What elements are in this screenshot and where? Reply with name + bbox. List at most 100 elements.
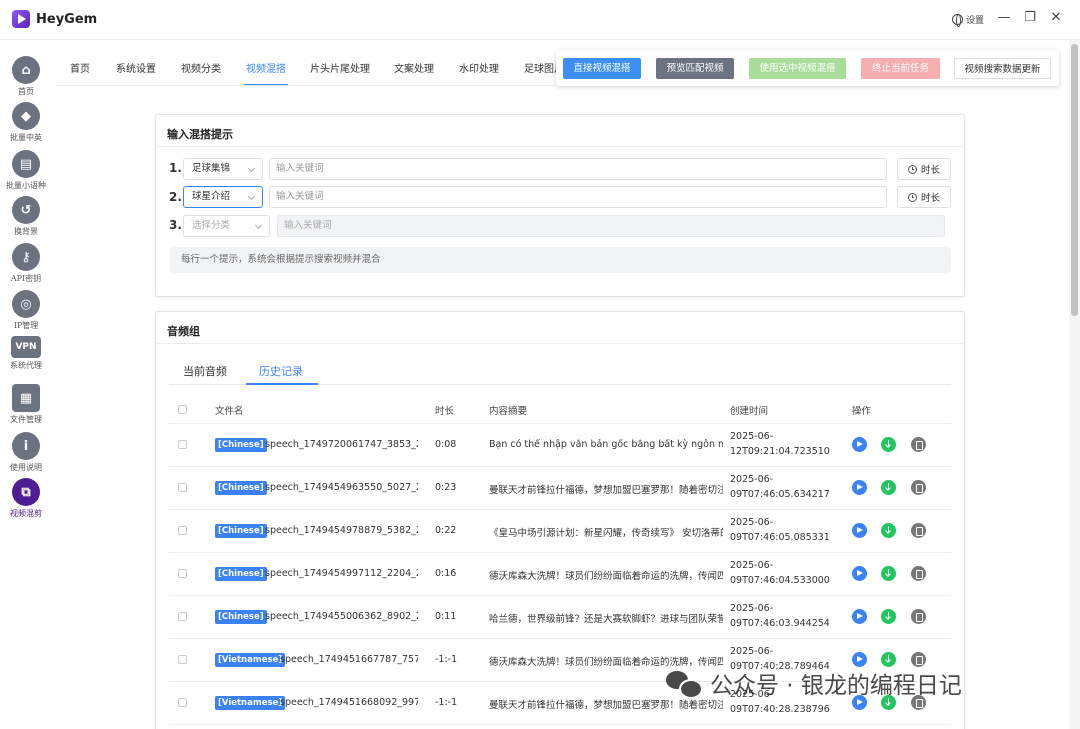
sidebar-item[interactable]: ▦ 文件管理 [0, 384, 52, 425]
delete-icon[interactable] [911, 523, 926, 538]
duration-label: 时长 [920, 193, 940, 204]
wechat-icon [666, 668, 703, 699]
prompt-number: 2. [169, 190, 182, 204]
category-select[interactable]: 选择分类 [183, 215, 270, 237]
row-checkbox[interactable] [178, 483, 187, 492]
tab-watermark[interactable]: 水印处理 [459, 60, 499, 75]
sidebar-item-label: IP管理 [13, 321, 39, 330]
play-icon[interactable] [852, 609, 867, 624]
sidebar-item-label: 换背景 [14, 227, 38, 236]
watermark-text: 公众号 · 银龙的编程日记 [710, 673, 962, 699]
sidebar-item[interactable]: ↺ 换背景 [0, 196, 52, 237]
play-icon[interactable] [852, 437, 867, 452]
preview-match-button[interactable]: 预览匹配视频 [656, 58, 734, 79]
file-name: speech_1749720061747_3853_2… [265, 439, 418, 450]
download-icon[interactable] [881, 566, 896, 581]
play-icon[interactable] [852, 566, 867, 581]
prompt-number: 1. [169, 161, 182, 175]
tab-system-settings[interactable]: 系统设置 [116, 60, 156, 75]
sidebar-item[interactable]: VPN 系统代理 [0, 336, 52, 371]
duration-button[interactable]: 时长 [897, 158, 951, 180]
action-toolbar: 直接视频混搭 预览匹配视频 使用选中视频混搭 终止当前任务 视频搜索数据更新 [556, 50, 1059, 86]
sidebar: ⌂ 首页 ◆ 批量中英 ▤ 批量小语种 ↺ 换背景 ⚷ API密钥 ◎ IP管理 VPN 系统代理 ▦ 文件管… [0, 40, 52, 729]
row-checkbox[interactable] [178, 698, 187, 707]
category-select[interactable]: 球星介绍 [183, 186, 263, 208]
delete-icon[interactable] [911, 609, 926, 624]
vpn-icon: VPN [11, 336, 41, 358]
table-row[interactable]: [Chinese] speech_1749454963550_5027_2… 0:2… [169, 467, 951, 510]
table-row[interactable]: [Chinese] speech_1749720061747_3853_2… 0:0… [169, 424, 951, 467]
select-all-checkbox[interactable] [178, 405, 187, 414]
page-scrollbar-thumb[interactable] [1071, 44, 1078, 316]
delete-icon[interactable] [911, 437, 926, 452]
maximize-button[interactable]: ❐ [1022, 10, 1038, 25]
download-icon[interactable] [881, 609, 896, 624]
play-icon[interactable] [852, 480, 867, 495]
tab-history[interactable]: 历史记录 [259, 363, 303, 379]
keyword-input[interactable]: 输入关键词 [269, 186, 887, 208]
direct-mix-button[interactable]: 直接视频混搭 [563, 58, 641, 79]
play-icon[interactable] [852, 652, 867, 667]
table-row[interactable]: [Chinese] speech_1749454997112_2204_2… 0:1… [169, 553, 951, 596]
keyword-input[interactable]: 输入关键词 [269, 158, 887, 180]
table-row[interactable]: [Chinese] speech_1749455006362_8902_2… 0:1… [169, 596, 951, 639]
audio-duration: -1:-1 [435, 697, 458, 708]
row-checkbox[interactable] [178, 655, 187, 664]
tab-football-images[interactable]: 足球图片 [524, 60, 556, 75]
created-time: 09T07:46:04.533000 [730, 575, 830, 586]
close-button[interactable]: ✕ [1048, 10, 1064, 25]
sidebar-item[interactable]: ◆ 批量中英 [0, 102, 52, 143]
duration-label: 时长 [920, 165, 940, 176]
row-checkbox[interactable] [178, 612, 187, 621]
tab-intro-outro[interactable]: 片头片尾处理 [310, 60, 370, 75]
tab-current-audio[interactable]: 当前音频 [183, 363, 227, 379]
sidebar-item[interactable]: ⧉ 视频混剪 [0, 478, 52, 519]
file-name: speech_1749451668092_997… [280, 697, 418, 708]
download-icon[interactable] [881, 523, 896, 538]
play-logo-icon [12, 10, 30, 28]
layers-icon: ▤ [12, 150, 40, 178]
audio-duration: 0:23 [435, 482, 457, 493]
category-select[interactable]: 足球集锦 [183, 158, 263, 180]
sidebar-item-label: 批量小语种 [6, 181, 46, 190]
active-tab-indicator [244, 84, 288, 85]
table-row[interactable]: [Chinese] speech_1749454978879_5382_2… 0:2… [169, 510, 951, 553]
minimize-button[interactable]: — [996, 10, 1012, 25]
download-icon[interactable] [881, 437, 896, 452]
content-summary: 《皇马中场引源计划：新星闪耀，传奇续写》 安切洛蒂的 [489, 528, 723, 539]
stop-task-button[interactable]: 终止当前任务 [861, 58, 940, 79]
sidebar-item[interactable]: i 使用说明 [0, 432, 52, 473]
settings-button[interactable]: 设置 [952, 13, 984, 27]
language-badge: [Chinese] [215, 438, 267, 452]
tab-video-mix[interactable]: 视频混搭 [246, 60, 286, 75]
sidebar-item[interactable]: ⚷ API密钥 [0, 243, 52, 284]
duration-button[interactable]: 时长 [897, 186, 951, 208]
tab-home[interactable]: 首页 [70, 60, 90, 75]
created-date: 2025-06- [730, 474, 774, 485]
update-search-data-button[interactable]: 视频搜索数据更新 [954, 58, 1051, 79]
row-checkbox[interactable] [178, 526, 187, 535]
row-checkbox[interactable] [178, 440, 187, 449]
row-checkbox[interactable] [178, 569, 187, 578]
tab-copywriting[interactable]: 文案处理 [394, 60, 434, 75]
download-icon[interactable] [881, 480, 896, 495]
sidebar-item-label: 首页 [18, 87, 34, 96]
play-icon[interactable] [852, 523, 867, 538]
delete-icon[interactable] [911, 480, 926, 495]
sidebar-item[interactable]: ⌂ 首页 [0, 56, 52, 97]
delete-icon[interactable] [911, 566, 926, 581]
sidebar-item[interactable]: ◎ IP管理 [0, 290, 52, 331]
card-divider [156, 343, 964, 344]
delete-icon[interactable] [911, 652, 926, 667]
file-name: speech_1749454997112_2204_2… [265, 568, 418, 579]
category-value: 球星介绍 [192, 191, 231, 202]
keyword-input[interactable]: 输入关键词 [277, 215, 945, 237]
tab-video-category[interactable]: 视频分类 [181, 60, 221, 75]
audio-duration: 0:16 [435, 568, 457, 579]
sidebar-item[interactable]: ▤ 批量小语种 [0, 150, 52, 191]
sidebar-item-label: 系统代理 [10, 361, 42, 370]
content-summary: 哈兰德，世界级前锋？还是大赛软脚虾？进球与团队荣誉 [489, 614, 723, 625]
use-selected-mix-button[interactable]: 使用选中视频混搭 [749, 58, 846, 79]
download-icon[interactable] [881, 652, 896, 667]
language-badge: [Vietnamese] [215, 696, 286, 710]
